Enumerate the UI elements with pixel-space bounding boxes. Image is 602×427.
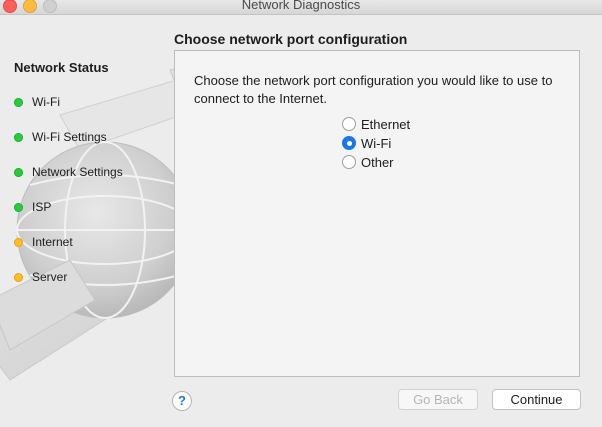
prompt-text: Choose the network port configuration yo…	[194, 73, 553, 106]
radio-button-checked[interactable]	[342, 136, 356, 150]
section-title: Choose network port configuration	[174, 31, 408, 47]
status-item-server: Server	[14, 268, 67, 286]
status-item-label: Wi-Fi Settings	[32, 130, 107, 144]
status-item-isp: ISP	[14, 198, 51, 216]
status-item-label: Server	[32, 270, 68, 284]
radio-option-label[interactable]: Other	[361, 155, 394, 170]
port-configuration-panel: Choose the network port configuration yo…	[174, 50, 580, 377]
go-back-button: Go Back	[398, 389, 478, 410]
status-green-dot-icon	[14, 97, 23, 107]
status-yellow-dot-icon	[14, 272, 23, 282]
status-item-label: Wi-Fi	[32, 95, 60, 109]
status-item-label: Internet	[32, 235, 73, 249]
radio-option-other[interactable]: Other	[342, 153, 394, 171]
status-green-dot-icon	[14, 167, 23, 177]
help-button[interactable]: ?	[172, 391, 192, 411]
status-item-label: ISP	[32, 200, 52, 214]
radio-button-unchecked[interactable]	[342, 117, 356, 131]
radio-option-label[interactable]: Wi-Fi	[361, 136, 391, 151]
status-green-dot-icon	[14, 132, 23, 142]
window-title: Network Diagnostics	[241, 0, 361, 12]
network-status-heading: Network Status	[14, 60, 109, 75]
network-status-sidebar: Network Status Wi-Fi Wi-Fi Settings Netw…	[0, 15, 165, 427]
radio-option-ethernet[interactable]: Ethernet	[342, 115, 410, 133]
status-item-network-settings: Network Settings	[14, 163, 123, 181]
status-item-wifi: Wi-Fi	[14, 93, 60, 111]
continue-button[interactable]: Continue	[492, 389, 581, 410]
title-bar[interactable]: Network Diagnostics	[0, 0, 602, 15]
radio-option-wifi[interactable]: Wi-Fi	[342, 134, 391, 152]
status-item-label: Network Settings	[32, 165, 123, 179]
status-yellow-dot-icon	[14, 237, 23, 247]
status-green-dot-icon	[14, 202, 23, 212]
radio-button-unchecked[interactable]	[342, 155, 356, 169]
network-diagnostics-window: Network Diagnostics Network Status Wi-Fi…	[0, 0, 602, 427]
status-item-internet: Internet	[14, 233, 73, 251]
status-item-wifi-settings: Wi-Fi Settings	[14, 128, 107, 146]
radio-option-label[interactable]: Ethernet	[361, 117, 410, 132]
